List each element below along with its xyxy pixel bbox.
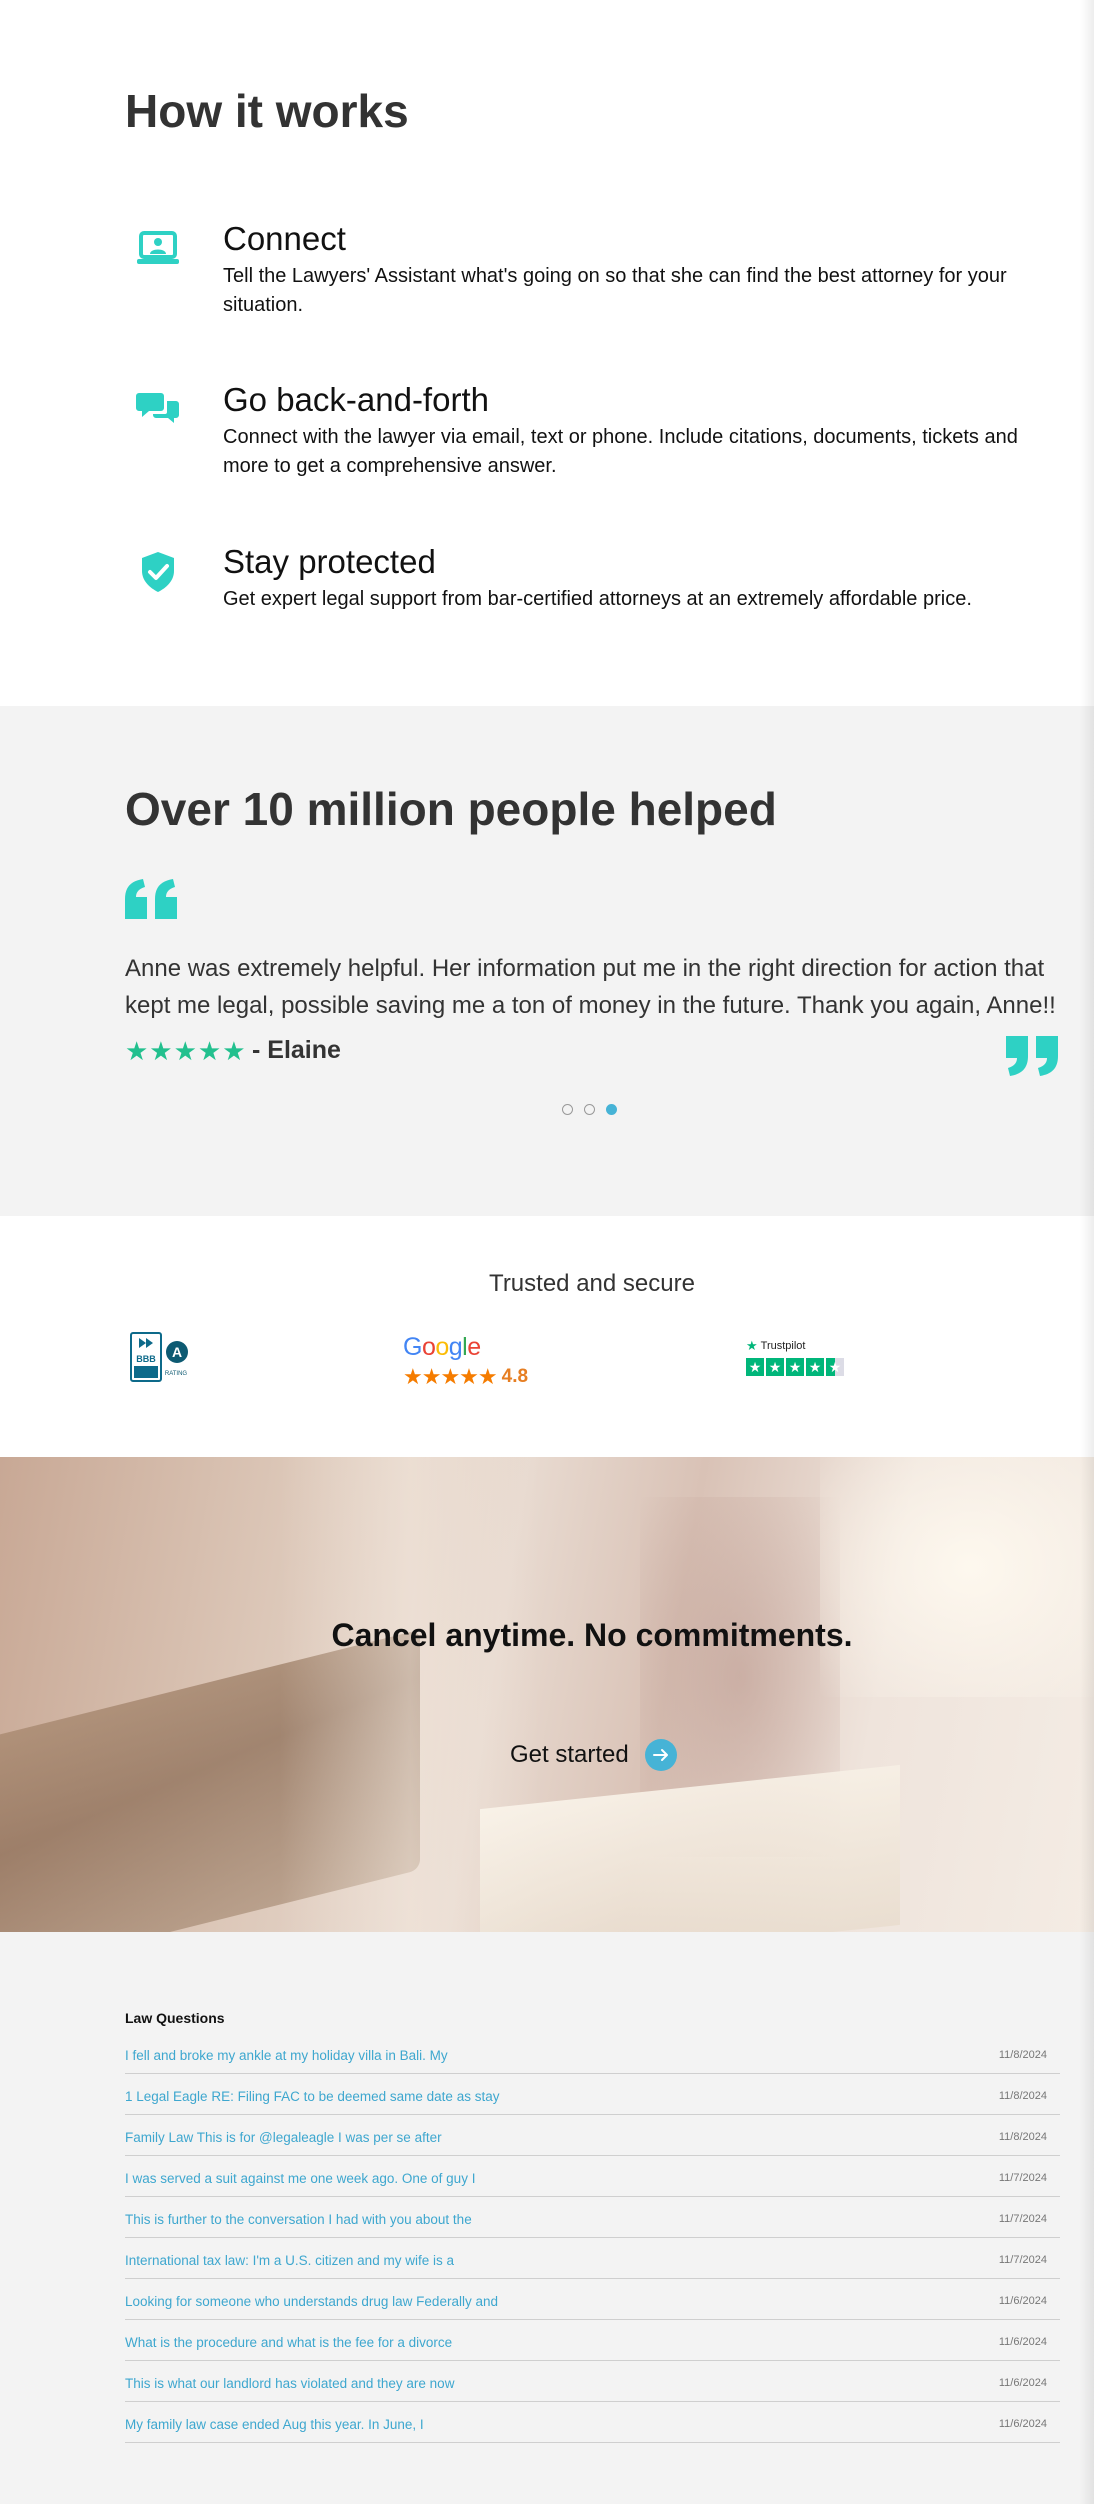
question-link[interactable]: 1 Legal Eagle RE: Filing FAC to be deeme… — [125, 2089, 499, 2104]
list-item: This is what our landlord has violated a… — [125, 2361, 1060, 2402]
question-link[interactable]: This is further to the conversation I ha… — [125, 2212, 472, 2227]
laptop-user-icon — [135, 226, 181, 272]
bbb-rating-badge: BBB A RATING — [130, 1332, 192, 1389]
trustpilot-star: ★ — [746, 1358, 764, 1376]
google-logo: Google — [403, 1333, 481, 1361]
list-item: I fell and broke my ankle at my holiday … — [125, 2033, 1060, 2074]
carousel-dots — [562, 1104, 617, 1115]
chat-bubbles-icon — [135, 387, 181, 433]
list-item: My family law case ended Aug this year. … — [125, 2402, 1060, 2443]
cta-banner: Cancel anytime. No commitments. Get star… — [0, 1457, 1094, 1932]
step-description: Get expert legal support from bar-certif… — [223, 588, 972, 610]
get-started-button[interactable]: Get started — [510, 1739, 677, 1771]
question-link[interactable]: I fell and broke my ankle at my holiday … — [125, 2048, 448, 2063]
question-date: 11/8/2024 — [998, 2090, 1047, 2102]
open-quote-icon — [125, 879, 179, 924]
question-date: 11/6/2024 — [998, 2377, 1047, 2389]
close-quote-icon — [1006, 1036, 1060, 1081]
bbb-seal-text: BBB — [136, 1354, 156, 1364]
testimonial-quote: Anne was extremely helpful. Her informat… — [125, 955, 1056, 1019]
step-title: Go back-and-forth — [223, 381, 489, 418]
rating-stars: ★★★★★ — [125, 1036, 247, 1066]
trustpilot-label: Trustpilot — [760, 1340, 806, 1352]
question-link[interactable]: Family Law This is for @legaleagle I was… — [125, 2130, 442, 2145]
list-item: International tax law: I'm a U.S. citize… — [125, 2238, 1060, 2279]
trustpilot-star: ★ — [806, 1358, 824, 1376]
testimonial-author: - Elaine — [252, 1036, 341, 1064]
cta-headline: Cancel anytime. No commitments. — [331, 1617, 853, 1653]
bbb-rating-label: RATING — [165, 1371, 188, 1377]
google-rating-badge: Google ★★★★★ 4.8 — [403, 1333, 528, 1390]
google-score: 4.8 — [501, 1366, 529, 1387]
arrow-right-icon — [644, 1739, 677, 1771]
question-date: 11/7/2024 — [998, 2213, 1047, 2225]
trustpilot-star-half: ★ — [826, 1358, 844, 1376]
testimonials-heading: Over 10 million people helped — [125, 783, 777, 835]
list-item: 1 Legal Eagle RE: Filing FAC to be deeme… — [125, 2074, 1060, 2115]
question-link[interactable]: International tax law: I'm a U.S. citize… — [125, 2253, 454, 2268]
question-link[interactable]: What is the procedure and what is the fe… — [125, 2335, 452, 2350]
question-link[interactable]: My family law case ended Aug this year. … — [125, 2417, 424, 2432]
shield-check-icon — [135, 549, 181, 595]
get-started-label: Get started — [510, 1741, 629, 1768]
how-it-works-heading: How it works — [125, 85, 409, 137]
google-stars: ★★★★★ — [403, 1364, 498, 1389]
list-item: This is further to the conversation I ha… — [125, 2197, 1060, 2238]
step-title: Connect — [223, 220, 346, 257]
list-item: What is the procedure and what is the fe… — [125, 2320, 1060, 2361]
step-description: Tell the Lawyers' Assistant what's going… — [223, 265, 1007, 316]
testimonials-section: Over 10 million people helped Anne was e… — [0, 706, 1094, 1216]
carousel-dot[interactable] — [562, 1104, 573, 1115]
how-it-works-section: How it works Connect Tell the Lawyers' A… — [0, 0, 1094, 706]
trusted-heading: Trusted and secure — [489, 1270, 695, 1297]
question-date: 11/6/2024 — [998, 2336, 1047, 2348]
question-link[interactable]: Looking for someone who understands drug… — [125, 2294, 498, 2309]
trustpilot-star: ★ — [786, 1358, 804, 1376]
question-date: 11/6/2024 — [998, 2295, 1047, 2307]
list-item: Family Law This is for @legaleagle I was… — [125, 2115, 1060, 2156]
law-questions-list: I fell and broke my ankle at my holiday … — [125, 2033, 1060, 2443]
carousel-dot-active[interactable] — [606, 1104, 617, 1115]
trustpilot-star: ★ — [766, 1358, 784, 1376]
list-item: I was served a suit against me one week … — [125, 2156, 1060, 2197]
trustpilot-star-icon: ★ — [746, 1338, 758, 1353]
step-title: Stay protected — [223, 543, 436, 580]
question-date: 11/8/2024 — [998, 2049, 1047, 2061]
trusted-section: Trusted and secure BBB A RATING Google ★… — [0, 1216, 1094, 1457]
trustpilot-stars: ★ ★ ★ ★ ★ — [746, 1358, 844, 1376]
list-item: Looking for someone who understands drug… — [125, 2279, 1060, 2320]
step-description: Connect with the lawyer via email, text … — [223, 426, 1018, 477]
question-link[interactable]: I was served a suit against me one week … — [125, 2171, 475, 2186]
law-questions-heading: Law Questions — [125, 2010, 225, 2026]
question-link[interactable]: This is what our landlord has violated a… — [125, 2376, 454, 2391]
question-date: 11/8/2024 — [998, 2131, 1047, 2143]
carousel-dot[interactable] — [584, 1104, 595, 1115]
question-date: 11/6/2024 — [998, 2418, 1047, 2430]
question-date: 11/7/2024 — [998, 2254, 1047, 2266]
trustpilot-badge: ★ Trustpilot ★ ★ ★ ★ ★ — [746, 1338, 844, 1376]
bbb-grade: A — [172, 1344, 182, 1360]
question-date: 11/7/2024 — [998, 2172, 1047, 2184]
law-questions-section: Law Questions I fell and broke my ankle … — [0, 1932, 1094, 2504]
